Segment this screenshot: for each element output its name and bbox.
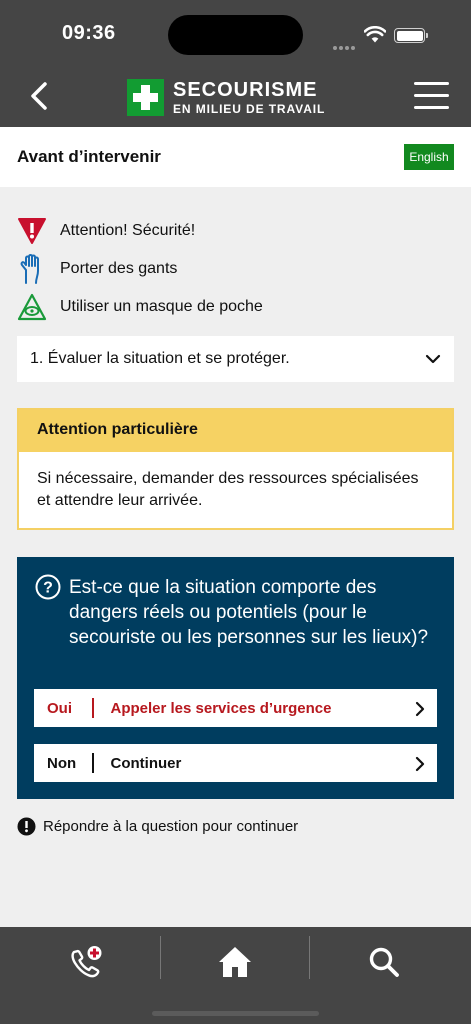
hamburger-icon	[414, 82, 449, 85]
safety-label: Utiliser un masque de poche	[60, 298, 263, 315]
answer-separator	[92, 753, 94, 773]
status-bar: 09:36	[0, 0, 471, 66]
answer-label: Appeler les services d’urgence	[110, 699, 332, 717]
page-title: Avant d’intervenir	[17, 147, 161, 166]
title-bar: Avant d’intervenir	[0, 127, 471, 187]
question-text: Est-ce que la situation comporte des dan…	[69, 577, 429, 648]
back-button[interactable]	[24, 80, 56, 112]
attention-box: Attention particulière Si nécessaire, de…	[17, 408, 454, 530]
hint: Répondre à la question pour continuer	[17, 817, 298, 836]
logo-subtitle: EN MILIEU DE TRAVAIL	[173, 101, 326, 116]
safety-list: Attention! Sécurité! Porter des gants Ut…	[17, 212, 457, 326]
hint-text: Répondre à la question pour continuer	[43, 818, 299, 835]
answer-separator	[92, 698, 94, 718]
dynamic-island	[168, 15, 303, 55]
tab-bar	[0, 927, 471, 1024]
exclamation-circle-icon	[17, 817, 36, 836]
tab-home[interactable]	[205, 937, 265, 987]
home-indicator	[152, 1011, 319, 1016]
safety-item-gloves: Porter des gants	[17, 250, 457, 288]
language-toggle-button[interactable]: English	[404, 144, 454, 170]
app-logo: SECOURISME EN MILIEU DE TRAVAIL	[127, 78, 325, 116]
attention-heading: Attention particulière	[19, 410, 452, 452]
tab-divider	[160, 936, 161, 979]
first-aid-cross-icon	[127, 78, 164, 116]
safety-label: Porter des gants	[60, 260, 178, 277]
question-box: ? Est-ce que la situation comporte des d…	[17, 557, 454, 799]
glove-icon	[20, 254, 39, 284]
answer-no-button[interactable]: Non Continuer	[34, 744, 437, 782]
menu-button[interactable]	[414, 82, 450, 110]
attention-body: Si nécessaire, demander des ressources s…	[37, 470, 419, 509]
warning-icon	[18, 218, 46, 244]
cellular-signal-icon	[333, 37, 359, 50]
tab-search[interactable]	[354, 937, 414, 987]
search-icon	[369, 947, 399, 977]
question-icon: ?	[35, 574, 61, 600]
answer-key: Oui	[47, 699, 72, 717]
tab-emergency-call[interactable]	[56, 937, 116, 987]
step-accordion[interactable]: 1. Évaluer la situation et se protéger.	[17, 336, 454, 382]
safety-item-warning: Attention! Sécurité!	[17, 212, 457, 250]
chevron-right-icon	[415, 756, 425, 772]
battery-icon	[394, 28, 428, 43]
chevron-left-icon	[31, 82, 47, 110]
answer-key: Non	[47, 754, 77, 772]
answer-label: Continuer	[110, 754, 182, 772]
svg-text:?: ?	[43, 580, 53, 597]
logo-title: SECOURISME	[173, 78, 318, 101]
status-time: 09:36	[62, 22, 116, 44]
emergency-call-icon	[71, 946, 102, 978]
step-label: 1. Évaluer la situation et se protéger.	[30, 350, 290, 367]
app-header: SECOURISME EN MILIEU DE TRAVAIL	[0, 66, 471, 127]
chevron-down-icon	[425, 354, 441, 364]
safety-label: Attention! Sécurité!	[60, 222, 196, 239]
home-icon	[219, 947, 251, 977]
wifi-icon	[364, 26, 386, 43]
answer-yes-button[interactable]: Oui Appeler les services d’urgence	[34, 689, 437, 727]
chevron-right-icon	[415, 701, 425, 717]
safety-item-pocket-mask: Utiliser un masque de poche	[17, 288, 457, 326]
tab-divider	[309, 936, 310, 979]
pocket-mask-icon	[17, 293, 47, 321]
